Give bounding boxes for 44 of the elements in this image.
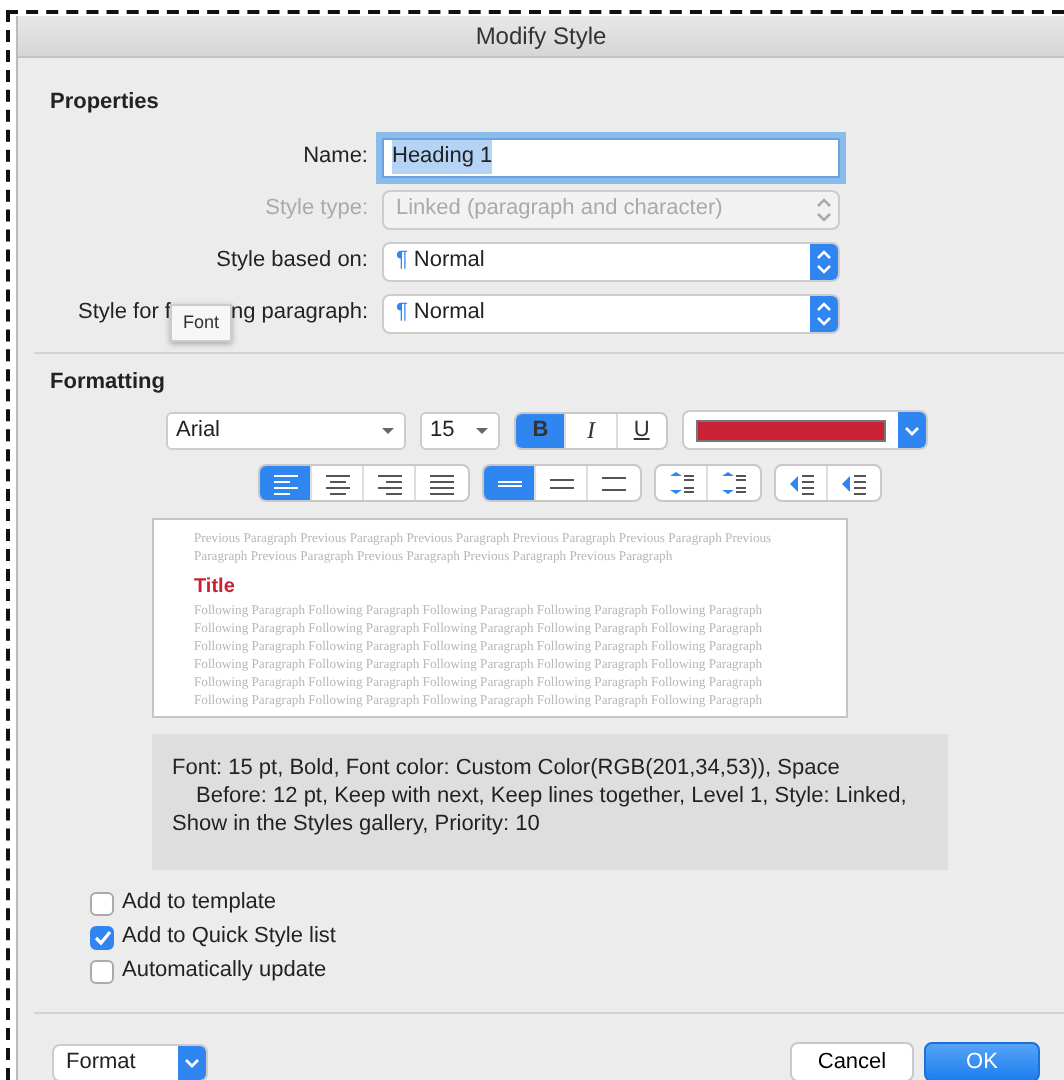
italic-button[interactable]: I xyxy=(566,413,618,447)
checkbox[interactable] xyxy=(90,891,114,915)
checkbox[interactable] xyxy=(90,925,114,949)
caret-icon xyxy=(380,425,396,435)
field-label: ng paragraph: xyxy=(231,299,368,324)
align-left-icon xyxy=(271,471,299,495)
field-label: Style for f xyxy=(78,299,171,324)
checkbox-label: Add to Quick Style list xyxy=(122,922,336,953)
justify-icon xyxy=(428,471,456,495)
font-combo[interactable]: Arial xyxy=(166,411,406,449)
field-label: Style based on: xyxy=(216,248,368,273)
size-combo[interactable]: 15 xyxy=(420,411,500,449)
align-right-icon xyxy=(375,471,403,495)
color-picker[interactable] xyxy=(682,410,928,450)
field-label: Name: xyxy=(303,144,368,169)
chevron-icon xyxy=(904,425,920,435)
window-title: Modify Style xyxy=(18,16,1064,58)
description-text: Font: 15 pt, Bold, Font color: Custom Color(RGB(201,34,53)), Space xyxy=(172,754,842,782)
section-heading: Properties xyxy=(50,88,161,118)
format-dropdown[interactable]: Format xyxy=(52,1043,208,1080)
field-label: Style type: xyxy=(265,196,368,221)
style-select[interactable]: ¶ Normal xyxy=(382,293,840,333)
description-text: Before: 12 pt, Keep with next, Keep lines together, Level 1, Style: Linked, xyxy=(194,782,909,810)
style-select[interactable]: ¶ Normal xyxy=(382,241,840,281)
checkbox-label: Add to template xyxy=(122,888,277,919)
outdent-icon xyxy=(787,471,815,495)
space-less-icon xyxy=(667,471,695,495)
section-heading: Formatting xyxy=(50,367,167,397)
underline-button[interactable]: U xyxy=(617,413,666,447)
space-more-icon xyxy=(720,471,748,495)
align-left-button[interactable] xyxy=(260,466,312,500)
checkbox[interactable] xyxy=(90,959,114,983)
single-button[interactable] xyxy=(484,466,536,500)
tooltip: Font xyxy=(170,303,231,343)
cancel-button[interactable]: Cancel xyxy=(790,1042,914,1080)
checkbox-label: Automatically update xyxy=(122,956,327,987)
check-icon xyxy=(93,929,111,945)
indent-icon xyxy=(840,471,868,495)
preview-title: Title xyxy=(194,576,237,600)
double-icon xyxy=(600,471,628,495)
align-center-icon xyxy=(323,471,351,495)
caret-icon xyxy=(474,425,490,435)
description-text: Show in the Styles gallery, Priority: 10 xyxy=(172,810,542,838)
chevron-icon xyxy=(184,1057,200,1067)
